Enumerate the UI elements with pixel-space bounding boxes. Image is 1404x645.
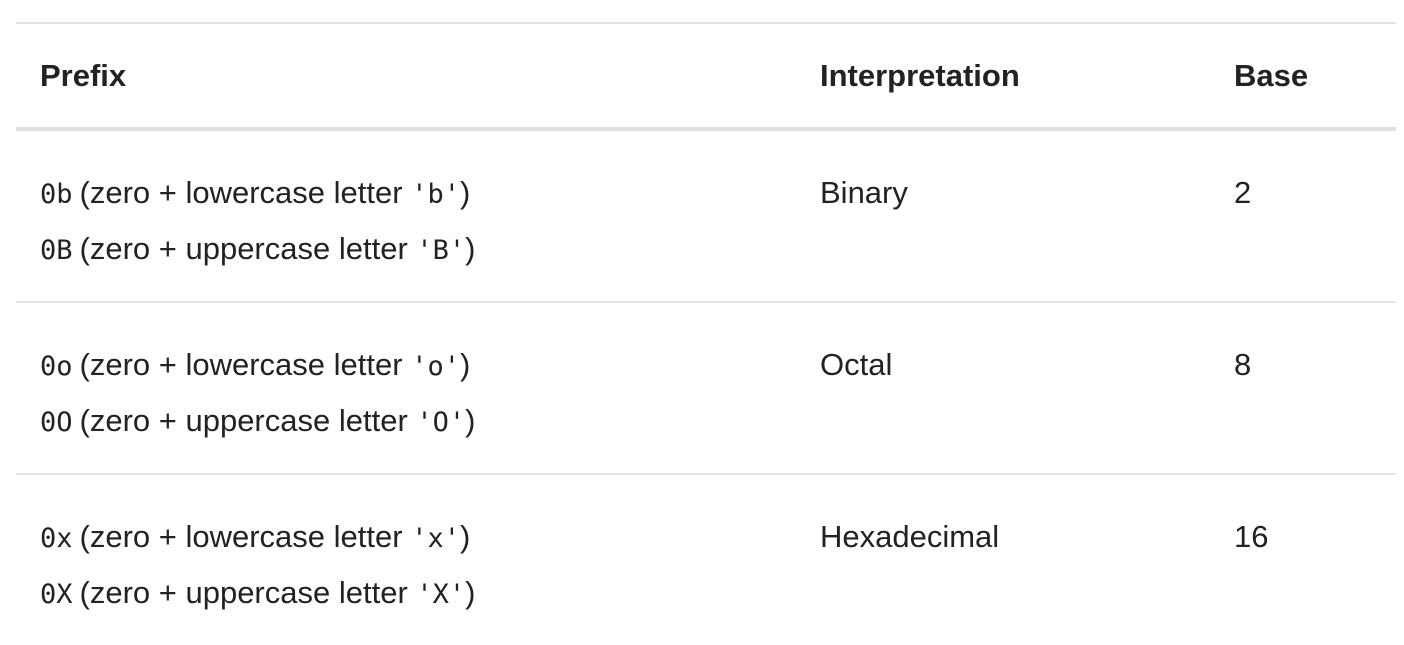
prefix-description: (zero + uppercase letter [79, 231, 417, 266]
cell-interpretation: Hexadecimal [820, 519, 1000, 554]
prefix-line: 0O (zero + uppercase letter 'O') [40, 394, 796, 450]
prefix-letter: 'X' [416, 579, 466, 610]
prefix-close: ) [465, 403, 476, 438]
header-base: Base [1210, 23, 1396, 131]
table-row: 0o (zero + lowercase letter 'o') 0O (zero … [16, 302, 1396, 474]
table-body: 0b (zero + lowercase letter 'b') 0B (zero … [16, 129, 1396, 645]
prefix-close: ) [465, 231, 476, 266]
prefix-line: 0B (zero + uppercase letter 'B') [40, 222, 796, 278]
cell-base: 2 [1234, 175, 1252, 210]
prefix-line: 0X (zero + uppercase letter 'X') [40, 566, 796, 622]
prefix-letter: 'b' [411, 179, 460, 210]
cell-base: 16 [1234, 519, 1269, 554]
prefix-letter: 'B' [416, 235, 466, 266]
prefix-letter: 'x' [411, 523, 460, 554]
cell-prefix: 0b (zero + lowercase letter 'b') 0B (zero … [16, 129, 796, 302]
table-row: 0b (zero + lowercase letter 'b') 0B (zero … [16, 129, 1396, 302]
header-row: Prefix Interpretation Base [16, 23, 1396, 131]
prefix-description: (zero + lowercase letter [79, 175, 412, 210]
cell-prefix: 0o (zero + lowercase letter 'o') 0O (zero … [16, 302, 796, 474]
prefix-close: ) [465, 575, 476, 610]
prefix-code: 0o [40, 351, 73, 382]
prefix-close: ) [459, 347, 471, 382]
prefix-table-container: Prefix Interpretation Base 0b (zero + low… [16, 22, 1396, 645]
cell-interpretation: Binary [820, 175, 908, 210]
table-header: Prefix Interpretation Base [16, 23, 1396, 131]
cell-base: 8 [1234, 347, 1252, 382]
header-interpretation: Interpretation [796, 23, 1210, 131]
prefix-description: (zero + uppercase letter [79, 575, 417, 610]
prefix-code: 0O [40, 407, 73, 438]
prefix-line: 0x (zero + lowercase letter 'x') [40, 510, 796, 566]
cell-prefix: 0x (zero + lowercase letter 'x') 0X (zero … [16, 474, 796, 645]
prefix-table: Prefix Interpretation Base 0b (zero + low… [16, 22, 1396, 645]
cell-interpretation: Octal [820, 347, 893, 382]
prefix-line: 0b (zero + lowercase letter 'b') [40, 166, 796, 222]
prefix-code: 0b [40, 179, 73, 210]
table-row: 0x (zero + lowercase letter 'x') 0X (zero … [16, 474, 1396, 645]
prefix-description: (zero + uppercase letter [79, 403, 417, 438]
prefix-close: ) [459, 519, 471, 554]
header-prefix: Prefix [16, 23, 796, 131]
prefix-letter: 'O' [416, 407, 466, 438]
prefix-code: 0X [40, 579, 73, 610]
prefix-code: 0x [40, 523, 73, 554]
prefix-close: ) [459, 175, 471, 210]
prefix-letter: 'o' [411, 351, 460, 382]
prefix-description: (zero + lowercase letter [79, 347, 412, 382]
prefix-line: 0o (zero + lowercase letter 'o') [40, 338, 796, 394]
prefix-description: (zero + lowercase letter [79, 519, 412, 554]
prefix-code: 0B [40, 235, 73, 266]
